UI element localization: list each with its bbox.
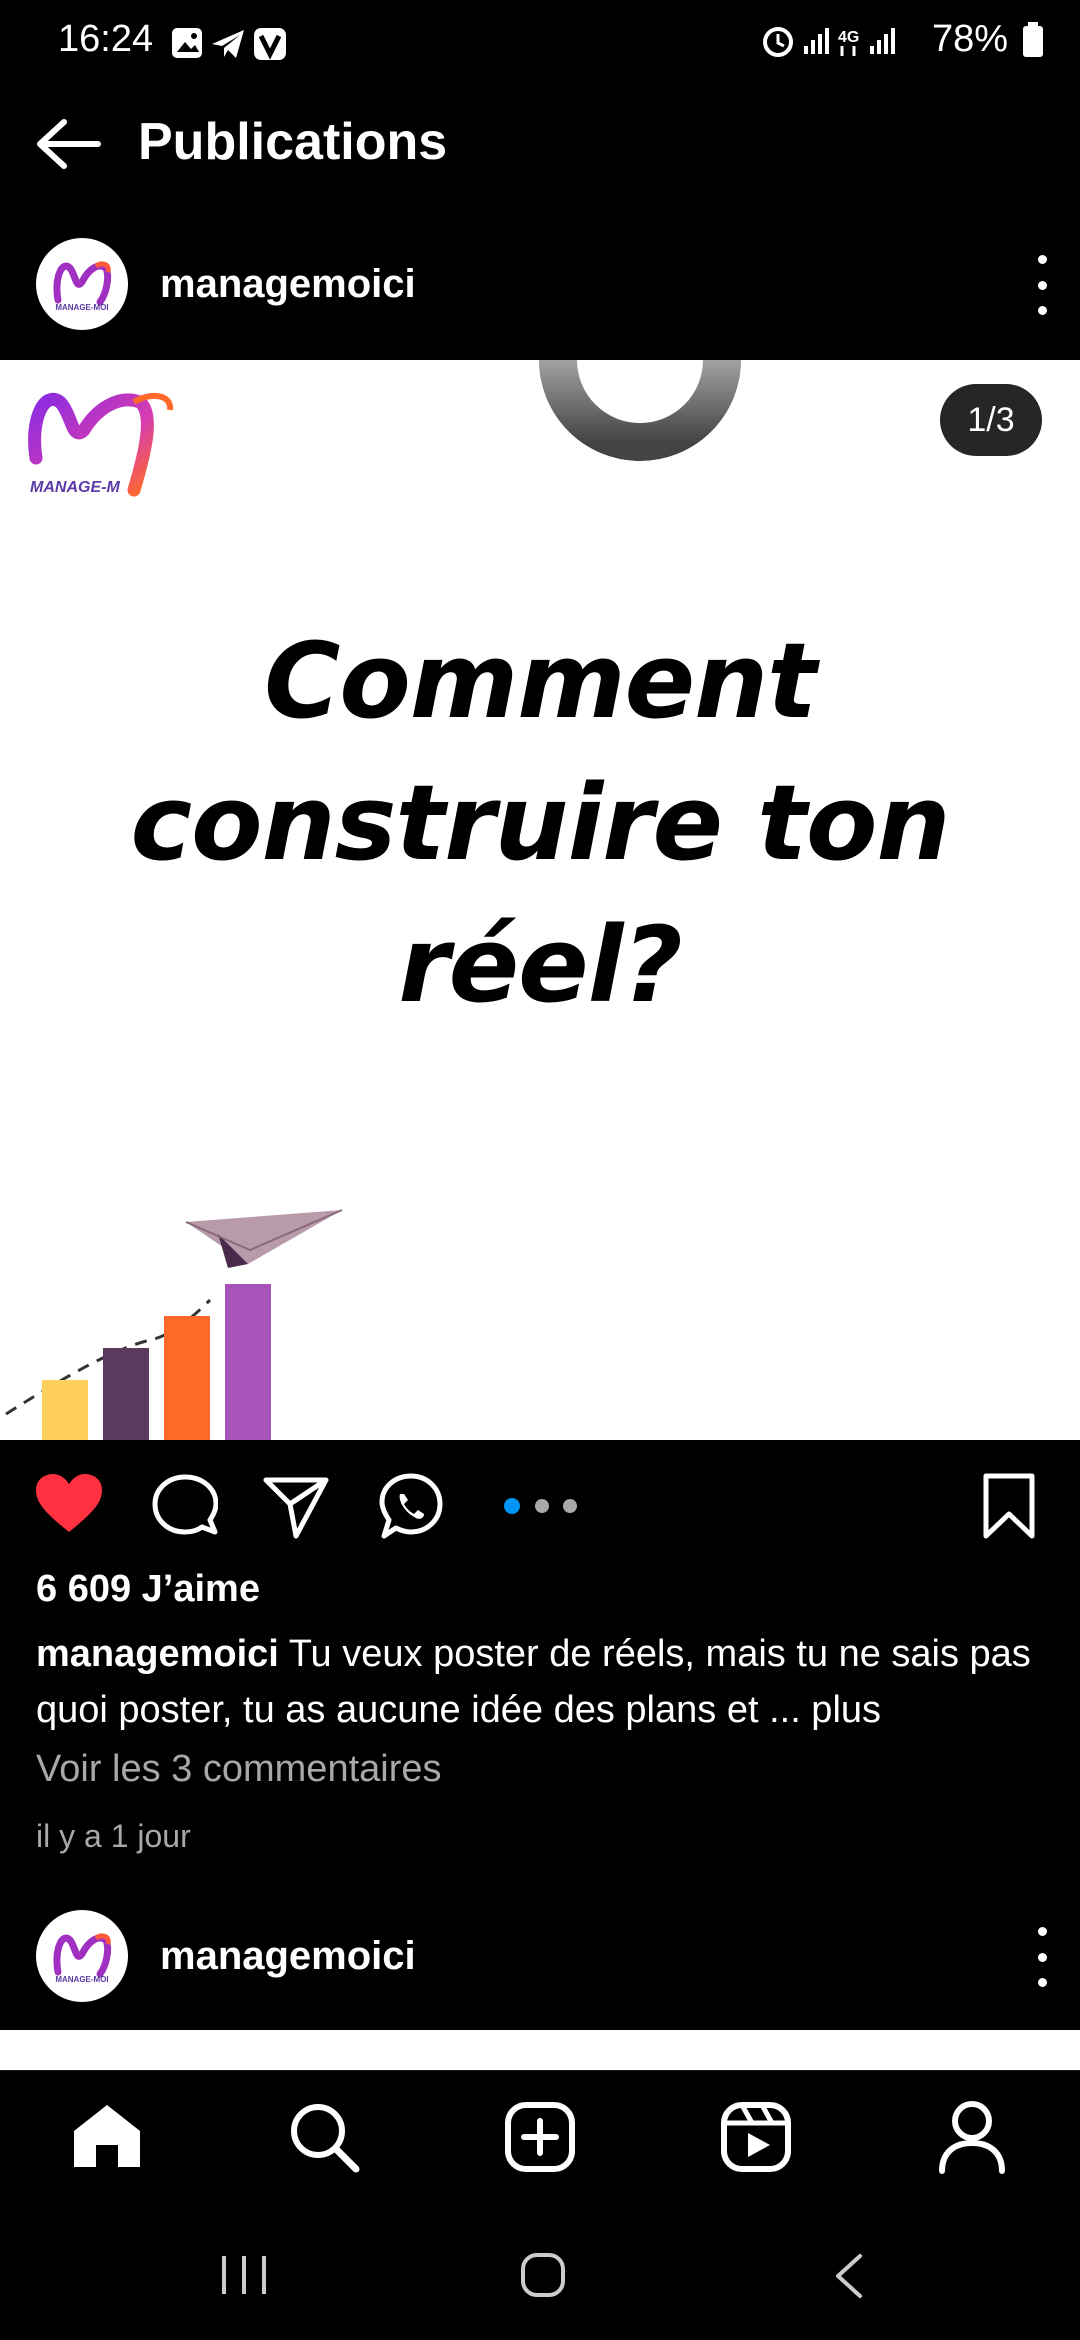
next-post-image[interactable] bbox=[0, 2030, 1080, 2070]
image-counter: 1/3 bbox=[940, 384, 1042, 456]
create-icon[interactable] bbox=[504, 2101, 576, 2173]
like-heart-icon[interactable] bbox=[34, 1472, 104, 1536]
headline-line: Comment bbox=[264, 620, 817, 742]
notification-icons bbox=[172, 28, 286, 60]
home-circle-icon[interactable] bbox=[520, 2252, 566, 2298]
status-signal-icons: 4G bbox=[762, 26, 895, 57]
next-post-username[interactable]: managemoici bbox=[160, 1934, 416, 1979]
avatar-text: MANAGE-MOI bbox=[55, 303, 108, 312]
profile-icon[interactable] bbox=[936, 2099, 1008, 2175]
headline-line: réel? bbox=[398, 904, 682, 1026]
headline-line: construire ton bbox=[130, 762, 951, 884]
growth-illustration bbox=[5, 1209, 343, 1440]
page-title: Publications bbox=[138, 113, 448, 171]
post-image[interactable]: MANAGE-M 1/3 Comment construire ton réel… bbox=[0, 360, 1080, 1440]
bottom-navigation bbox=[0, 2070, 1080, 2211]
reels-icon[interactable] bbox=[720, 2101, 792, 2173]
back-chevron-icon[interactable] bbox=[832, 2252, 866, 2300]
search-icon[interactable] bbox=[288, 2101, 360, 2173]
post-time-ago: il y a 1 jour bbox=[36, 1818, 191, 1854]
comment-icon[interactable] bbox=[152, 1474, 218, 1540]
carousel-dots bbox=[504, 1498, 577, 1514]
arrow-left-icon[interactable] bbox=[34, 114, 102, 174]
caption-username[interactable]: managemoici bbox=[36, 1633, 279, 1675]
home-icon[interactable] bbox=[70, 2101, 144, 2171]
svg-text:4G: 4G bbox=[838, 29, 859, 46]
battery-icon bbox=[1023, 21, 1043, 57]
illustration-bar bbox=[42, 1380, 88, 1440]
status-time: 16:24 bbox=[58, 18, 154, 60]
illustration-bar bbox=[103, 1348, 149, 1440]
post-caption[interactable]: managemoici Tu veux poster de réels, mai… bbox=[36, 1626, 1046, 1738]
post-actions bbox=[0, 1450, 1080, 1560]
likes-count[interactable]: 6 609 J’aime bbox=[36, 1568, 260, 1611]
brand-logo: MANAGE-M bbox=[28, 392, 174, 497]
more-options-icon[interactable] bbox=[1027, 1927, 1057, 1987]
decorative-ring bbox=[539, 360, 741, 461]
brand-logo-icon: MANAGE-MOI bbox=[53, 261, 112, 312]
logo-text: MANAGE-M bbox=[30, 479, 120, 496]
post-headline: Comment construire ton réel? bbox=[0, 610, 1080, 1036]
system-navigation bbox=[0, 2210, 1080, 2340]
status-bar: 16:24 4G 78% bbox=[0, 0, 1080, 84]
status-right: 4G 78% bbox=[758, 18, 1044, 61]
illustration-bar bbox=[225, 1284, 271, 1440]
recent-apps-icon[interactable] bbox=[220, 2254, 268, 2296]
more-options-icon[interactable] bbox=[1027, 255, 1057, 315]
illustration-bar bbox=[164, 1316, 210, 1440]
avatar[interactable]: MANAGE-MOI bbox=[36, 238, 128, 330]
battery-percent: 78% bbox=[931, 18, 1008, 60]
bookmark-icon[interactable] bbox=[980, 1472, 1038, 1542]
avatar-text: MANAGE-MOI bbox=[55, 1975, 108, 1984]
view-comments-link[interactable]: Voir les 3 commentaires bbox=[36, 1748, 442, 1791]
brand-logo-icon: MANAGE-MOI bbox=[53, 1933, 112, 1984]
avatar[interactable]: MANAGE-MOI bbox=[36, 1910, 128, 2002]
post-username[interactable]: managemoici bbox=[160, 262, 416, 307]
share-send-icon[interactable] bbox=[262, 1474, 330, 1540]
whatsapp-icon[interactable] bbox=[376, 1472, 446, 1542]
